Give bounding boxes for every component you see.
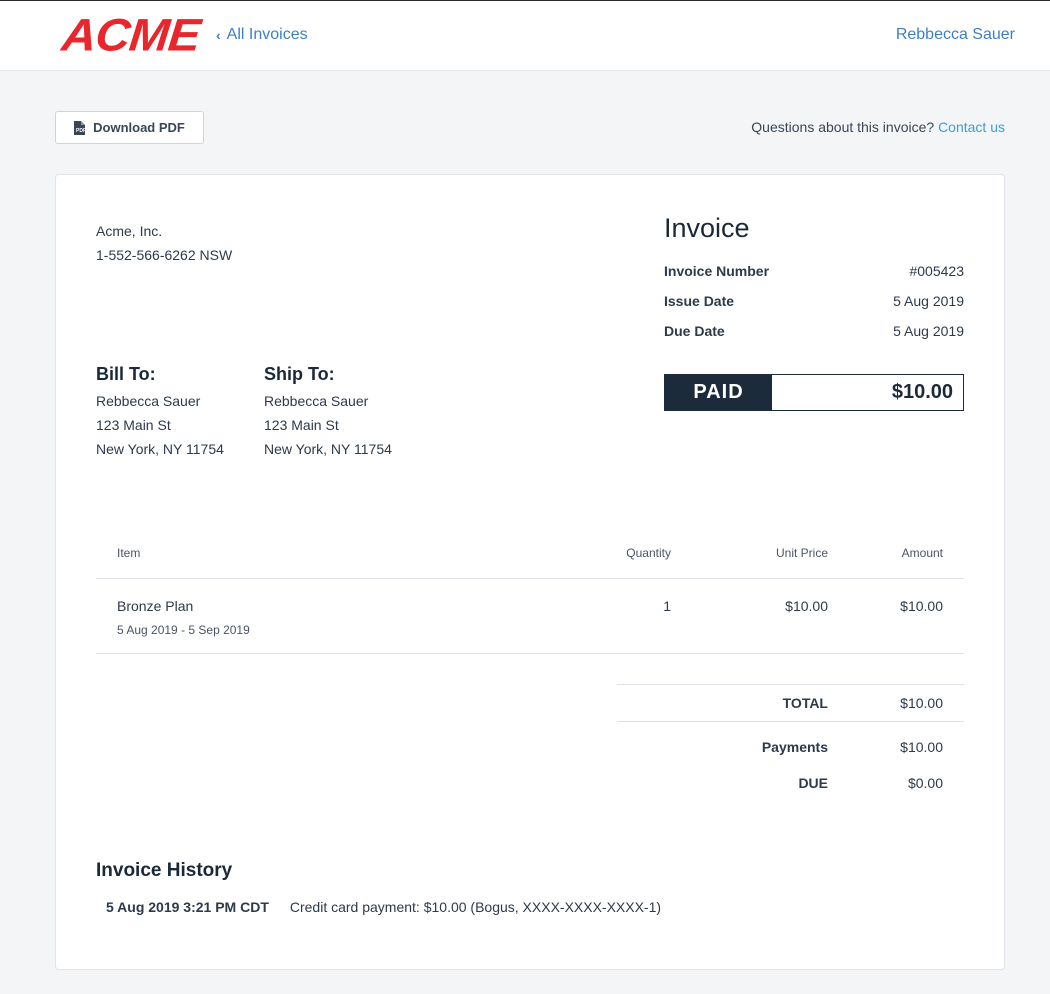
bill-to-heading: Bill To: [96,364,156,384]
item-amount: $10.00 [900,598,943,614]
bill-to-city: New York, NY 11754 [96,441,224,457]
due-label: DUE [798,775,828,791]
invoice-meta: Invoice Number #005423 Issue Date 5 Aug … [664,263,964,353]
company-name: Acme, Inc. [96,223,163,239]
all-invoices-label: All Invoices [226,26,308,43]
payments-row: Payments $10.00 [617,722,964,765]
payments-label: Payments [761,739,828,755]
top-navbar: ACME ‹ All Invoices Rebbecca Sauer [0,0,1050,71]
meta-label: Issue Date [664,293,735,309]
invoice-history-title: Invoice History [96,860,233,881]
ship-to-block: Ship To: Rebbecca Sauer 123 Main St New … [264,361,392,461]
invoice-number-row: Invoice Number #005423 [664,263,964,293]
ship-to-name: Rebbecca Sauer [264,393,369,409]
payments-value: $10.00 [900,739,943,755]
column-header-amount: Amount [901,546,943,560]
totals-section: TOTAL $10.00 Payments $10.00 DUE $0.00 [617,684,964,801]
ship-to-heading: Ship To: [264,364,335,384]
user-menu-link[interactable]: Rebbecca Sauer [896,26,1015,44]
meta-value: #005423 [909,263,964,279]
table-row: Bronze Plan 5 Aug 2019 - 5 Sep 2019 1 $1… [96,579,964,654]
meta-label: Invoice Number [664,263,770,279]
due-value: $0.00 [907,775,943,791]
item-unit-price: $10.00 [785,598,828,614]
invoice-card: Acme, Inc. 1-552-566-6262 NSW Bill To: R… [55,174,1005,970]
due-date-row: Due Date 5 Aug 2019 [664,323,964,353]
meta-label: Due Date [664,323,725,339]
contact-us-link[interactable]: Contact us [938,119,1005,135]
total-row: TOTAL $10.00 [617,685,964,721]
svg-text:PDF: PDF [76,128,85,134]
from-address: Acme, Inc. 1-552-566-6262 NSW [96,219,232,267]
history-entry: 5 Aug 2019 3:21 PM CDT Credit card payme… [106,899,661,915]
ship-to-city: New York, NY 11754 [264,441,392,457]
pdf-file-icon: PDF [74,120,86,135]
column-header-quantity: Quantity [626,546,671,560]
issue-date-row: Issue Date 5 Aug 2019 [664,293,964,323]
bill-to-street: 123 Main St [96,417,171,433]
history-text: Credit card payment: $10.00 (Bogus, XXXX… [289,899,662,915]
payment-status-box: PAID $10.00 [664,374,964,411]
questions-label: Questions about this invoice? [751,119,935,135]
download-pdf-button[interactable]: PDF Download PDF [55,111,204,144]
download-pdf-label: Download PDF [93,120,185,135]
due-row: DUE $0.00 [617,765,964,801]
status-amount: $10.00 [891,381,953,403]
item-name: Bronze Plan [117,598,194,614]
invoice-title: Invoice [664,213,750,243]
all-invoices-link[interactable]: ‹ All Invoices [216,26,308,44]
line-items-table: Item Quantity Unit Price Amount Bronze P… [96,535,964,654]
bill-to-block: Bill To: Rebbecca Sauer 123 Main St New … [96,361,224,461]
status-badge: PAID [665,375,772,410]
history-date: 5 Aug 2019 3:21 PM CDT [106,899,269,915]
company-phone: 1-552-566-6262 NSW [96,247,233,263]
total-label: TOTAL [782,695,828,711]
column-header-item: Item [117,546,141,560]
chevron-left-icon: ‹ [216,27,221,43]
bill-to-name: Rebbecca Sauer [96,393,201,409]
questions-text: Questions about this invoice? Contact us [751,119,1005,135]
meta-value: 5 Aug 2019 [893,293,964,309]
ship-to-street: 123 Main St [264,417,339,433]
item-period: 5 Aug 2019 - 5 Sep 2019 [117,623,250,637]
total-value: $10.00 [900,695,943,711]
meta-value: 5 Aug 2019 [893,323,964,339]
item-quantity: 1 [663,598,671,614]
table-header: Item Quantity Unit Price Amount [96,535,964,579]
acme-logo[interactable]: ACME [59,10,202,60]
column-header-unit-price: Unit Price [775,546,828,560]
